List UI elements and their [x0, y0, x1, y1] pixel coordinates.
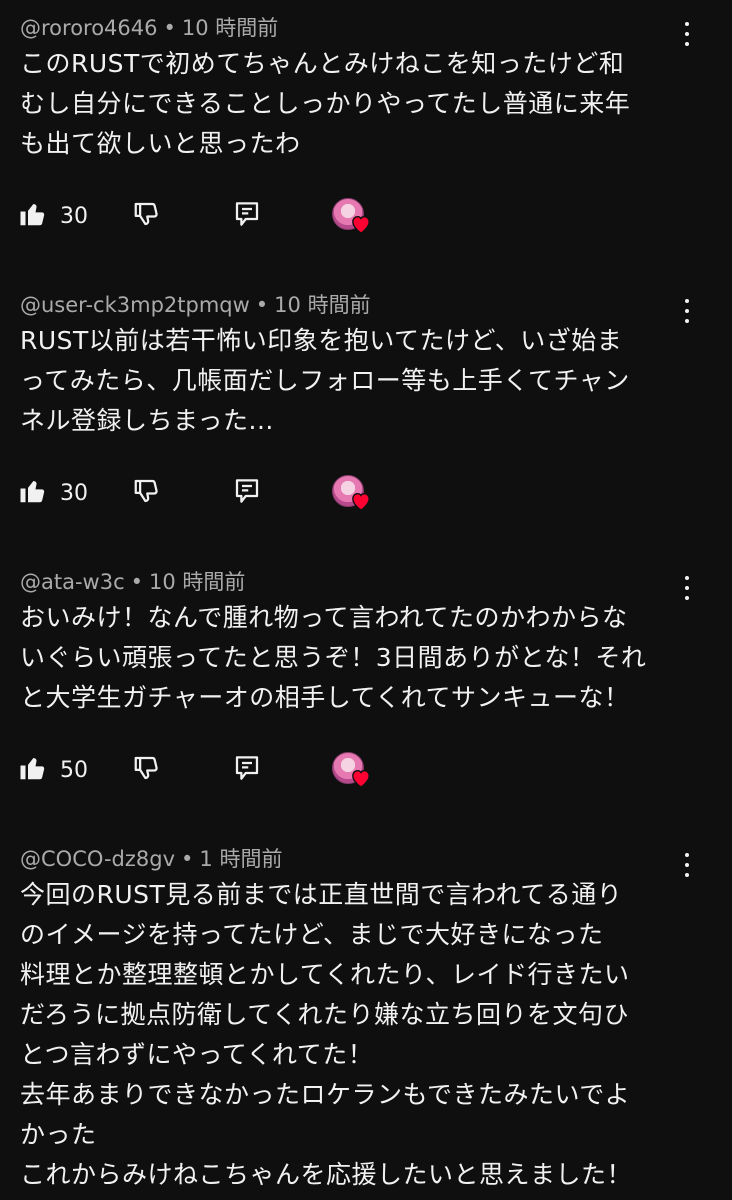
meta-separator: •: [255, 293, 269, 317]
like-count: 30: [60, 203, 88, 229]
comment-time: 10 時間前: [274, 293, 371, 317]
comment-text: このRUSTで初めてちゃんとみけねこを知ったけど和 むし自分にできることしっかり…: [20, 49, 631, 158]
comment-meta: @rororo4646 • 10 時間前: [20, 14, 278, 42]
thumbs-down-icon: [132, 476, 162, 510]
like-button[interactable]: 30: [18, 473, 88, 513]
reply-icon: [232, 199, 262, 233]
meta-separator: •: [130, 570, 144, 594]
heart-icon: [350, 214, 372, 238]
reply-button[interactable]: [232, 196, 262, 236]
like-button[interactable]: 30: [18, 196, 88, 236]
reply-icon: [232, 753, 262, 787]
dislike-button[interactable]: [132, 196, 162, 236]
thumbs-down-icon: [132, 753, 162, 787]
reply-icon: [232, 476, 262, 510]
comment-meta: @user-ck3mp2tpmqw • 10 時間前: [20, 291, 371, 319]
comment-actions: 30: [0, 473, 732, 513]
more-options-icon[interactable]: [682, 853, 692, 877]
reply-button[interactable]: [232, 750, 262, 790]
comment-time: 10 時間前: [181, 16, 279, 40]
meta-separator: •: [181, 847, 194, 871]
thumbs-up-icon: [18, 476, 48, 510]
heart-icon: [350, 768, 372, 792]
comment-text: RUST以前は若干怖い印象を抱いてたけど、いざ始ま ってみたら、几帳面だしフォロ…: [20, 326, 630, 435]
more-options-icon[interactable]: [682, 576, 692, 600]
reply-button[interactable]: [232, 473, 262, 513]
author-handle[interactable]: @rororo4646: [20, 16, 158, 40]
comment-meta: @ata-w3c • 10 時間前: [20, 568, 245, 596]
comment-actions: 50: [0, 750, 732, 790]
author-handle[interactable]: @COCO-dz8gv: [20, 847, 175, 871]
author-handle[interactable]: @ata-w3c: [20, 570, 125, 594]
dislike-button[interactable]: [132, 473, 162, 513]
comment-text: おいみけ！なんで腫れ物って言われてたのかわからな いぐらい頑張ってたと思うぞ！3…: [20, 603, 647, 712]
like-count: 50: [60, 757, 88, 783]
like-button[interactable]: 50: [18, 750, 88, 790]
creator-heart-badge: [330, 750, 370, 790]
thumbs-up-icon: [18, 753, 48, 787]
more-options-icon[interactable]: [682, 299, 692, 323]
meta-separator: •: [163, 16, 176, 40]
thumbs-up-icon: [18, 199, 48, 233]
comment-text: 今回のRUST見る前までは正直世間で言われてる通り のイメージを持ってたけど、ま…: [20, 880, 633, 1189]
comment-time: 10 時間前: [149, 570, 246, 594]
comment-meta: @COCO-dz8gv • 1 時間前: [20, 845, 282, 873]
dislike-button[interactable]: [132, 750, 162, 790]
creator-heart-badge: [330, 473, 370, 513]
heart-icon: [350, 491, 372, 515]
comment-actions: 30: [0, 196, 732, 236]
thumbs-down-icon: [132, 199, 162, 233]
author-handle[interactable]: @user-ck3mp2tpmqw: [20, 293, 250, 317]
more-options-icon[interactable]: [682, 22, 692, 46]
comment-time: 1 時間前: [199, 847, 283, 871]
like-count: 30: [60, 480, 88, 506]
creator-heart-badge: [330, 196, 370, 236]
